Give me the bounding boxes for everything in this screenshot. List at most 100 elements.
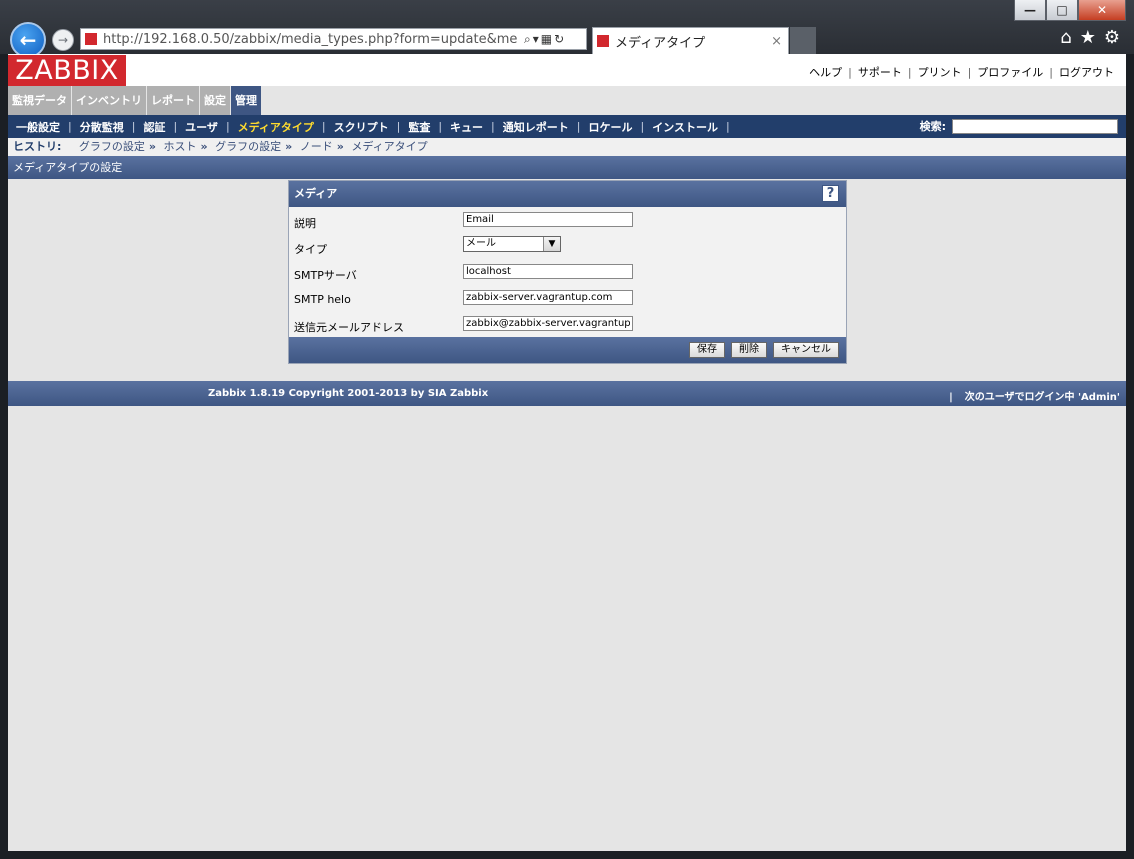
- form-row-smtp-helo: SMTP helo: [289, 285, 846, 311]
- separator: |: [949, 392, 953, 403]
- type-label: タイプ: [294, 243, 327, 256]
- copyright-text: Zabbix 1.8.19 Copyright 2001-2013 by SIA…: [208, 388, 489, 399]
- description-label: 説明: [294, 217, 316, 230]
- history-link[interactable]: グラフの設定: [79, 140, 145, 153]
- page-title: メディアタイプの設定: [8, 156, 1126, 179]
- subnav-notifications[interactable]: 通知レポート: [495, 119, 577, 135]
- chevron-down-icon[interactable]: ▼: [543, 237, 560, 251]
- media-type-form: メディア ? 説明 タイプ メール ▼ SMTPサーバ SMTP helo 送信…: [288, 180, 847, 364]
- history-label: ヒストリ:: [13, 140, 62, 153]
- description-input[interactable]: [463, 212, 633, 227]
- subnav-users[interactable]: ユーザ: [177, 119, 226, 135]
- form-footer: 保存 削除 キャンセル: [289, 337, 846, 363]
- save-button[interactable]: 保存: [689, 342, 725, 358]
- double-chevron-icon: »: [336, 140, 344, 153]
- zabbix-favicon-icon: [597, 35, 609, 47]
- double-chevron-icon: »: [200, 140, 208, 153]
- history-link[interactable]: メディアタイプ: [351, 140, 427, 153]
- search-label: 検索:: [919, 120, 946, 133]
- separator: |: [907, 66, 912, 79]
- type-select[interactable]: メール ▼: [463, 236, 561, 252]
- history-link[interactable]: ノード: [300, 140, 333, 153]
- tab-configuration[interactable]: 設定: [200, 86, 230, 115]
- address-bar[interactable]: http://192.168.0.50/zabbix/media_types.p…: [80, 28, 587, 50]
- history-breadcrumb: ヒストリ: グラフの設定» ホスト» グラフの設定» ノード» メディアタイプ: [8, 138, 1126, 156]
- cancel-button[interactable]: キャンセル: [773, 342, 839, 358]
- back-button[interactable]: ←: [10, 22, 46, 58]
- search-icon[interactable]: ⌕: [524, 32, 533, 46]
- tab-reports[interactable]: レポート: [147, 86, 199, 115]
- new-tab-button[interactable]: [790, 27, 816, 54]
- logout-link[interactable]: ログアウト: [1053, 66, 1120, 79]
- subnav-locales[interactable]: ロケール: [580, 119, 640, 135]
- window-controls: — □ ✕: [1014, 0, 1126, 21]
- zabbix-logo[interactable]: ZABBIX: [8, 55, 126, 86]
- delete-button[interactable]: 削除: [731, 342, 767, 358]
- browser-chrome: — □ ✕ ← → http://192.168.0.50/zabbix/med…: [0, 0, 1134, 58]
- form-title: メディア: [294, 187, 338, 200]
- dropdown-icon[interactable]: ▾: [533, 32, 541, 46]
- tab-monitoring[interactable]: 監視データ: [8, 86, 71, 115]
- page-footer: Zabbix 1.8.19 Copyright 2001-2013 by SIA…: [8, 381, 1126, 406]
- double-chevron-icon: »: [148, 140, 157, 153]
- minimize-button[interactable]: —: [1014, 0, 1046, 21]
- search-box: 検索:: [920, 118, 1118, 134]
- compat-view-icon[interactable]: ▦: [541, 32, 554, 46]
- forward-button[interactable]: →: [52, 29, 74, 51]
- address-tools[interactable]: ⌕▾▦↻: [524, 32, 566, 47]
- form-row-type: タイプ メール ▼: [289, 233, 846, 259]
- subnav-dm[interactable]: 分散監視: [72, 119, 132, 135]
- arrow-left-icon: ←: [19, 28, 37, 52]
- smtp-helo-label: SMTP helo: [294, 293, 351, 306]
- subnav-authentication[interactable]: 認証: [135, 119, 173, 135]
- tab-inventory[interactable]: インベントリ: [72, 86, 146, 115]
- home-icon[interactable]: ⌂: [1060, 27, 1071, 48]
- gear-icon[interactable]: ⚙: [1104, 27, 1120, 48]
- search-input[interactable]: [952, 118, 1118, 134]
- separator: |: [725, 120, 730, 133]
- refresh-icon[interactable]: ↻: [554, 32, 566, 46]
- tab-title: メディアタイプ: [615, 35, 706, 51]
- help-link[interactable]: ヘルプ: [803, 66, 848, 79]
- form-row-description: 説明: [289, 207, 846, 233]
- subnav-installation[interactable]: インストール: [644, 119, 726, 135]
- double-chevron-icon: »: [285, 140, 293, 153]
- smtp-server-label: SMTPサーバ: [294, 269, 357, 282]
- tab-close-icon[interactable]: ×: [771, 34, 782, 49]
- history-link[interactable]: ホスト: [164, 140, 197, 153]
- tab-administration[interactable]: 管理: [231, 86, 261, 115]
- close-window-button[interactable]: ✕: [1078, 0, 1126, 21]
- main-menu: 監視データ インベントリ レポート 設定 管理: [8, 86, 1126, 115]
- browser-tab[interactable]: メディアタイプ ×: [592, 27, 789, 54]
- subnav-scripts[interactable]: スクリプト: [326, 119, 397, 135]
- top-bar: ZABBIX ヘルプ | サポート | プリント | プロファイル | ログアウト: [8, 54, 1126, 86]
- subnav-general[interactable]: 一般設定: [8, 119, 68, 135]
- login-status-text: 次のユーザでログイン中 'Admin': [964, 392, 1120, 403]
- form-header: メディア ?: [289, 181, 846, 207]
- type-select-value: メール: [466, 238, 496, 249]
- history-link[interactable]: グラフの設定: [215, 140, 281, 153]
- address-url[interactable]: http://192.168.0.50/zabbix/media_types.p…: [103, 32, 518, 47]
- support-link[interactable]: サポート: [852, 66, 908, 79]
- form-row-smtp-server: SMTPサーバ: [289, 259, 846, 285]
- print-link[interactable]: プリント: [912, 66, 968, 79]
- browser-toolbar: ⌂ ★ ⚙: [1060, 27, 1120, 48]
- subnav-audit[interactable]: 監査: [400, 119, 438, 135]
- sub-menu: 一般設定 | 分散監視 | 認証 | ユーザ | メディアタイプ | スクリプト | 監査 |…: [8, 115, 1126, 138]
- page-viewport: ZABBIX ヘルプ | サポート | プリント | プロファイル | ログアウト 監視データ …: [8, 54, 1126, 851]
- profile-link[interactable]: プロファイル: [971, 66, 1049, 79]
- login-status: | 次のユーザでログイン中 'Admin': [949, 388, 1120, 403]
- form-row-smtp-email: 送信元メールアドレス: [289, 311, 846, 337]
- zabbix-favicon-icon: [85, 33, 97, 45]
- smtp-email-label: 送信元メールアドレス: [294, 321, 404, 334]
- smtp-server-input[interactable]: [463, 264, 633, 279]
- subnav-media-types[interactable]: メディアタイプ: [230, 119, 322, 135]
- subnav-queue[interactable]: キュー: [442, 119, 491, 135]
- arrow-right-icon: →: [57, 33, 69, 47]
- maximize-button[interactable]: □: [1046, 0, 1078, 21]
- help-icon[interactable]: ?: [822, 185, 839, 202]
- top-links: ヘルプ | サポート | プリント | プロファイル | ログアウト: [803, 64, 1120, 80]
- star-icon[interactable]: ★: [1080, 27, 1096, 48]
- smtp-email-input[interactable]: [463, 316, 633, 331]
- smtp-helo-input[interactable]: [463, 290, 633, 305]
